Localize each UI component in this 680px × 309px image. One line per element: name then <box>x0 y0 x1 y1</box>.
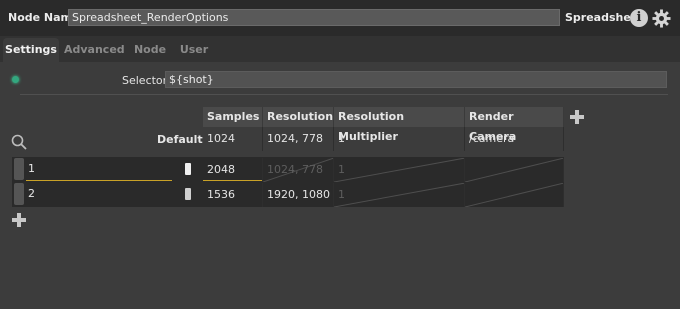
gear-icon[interactable] <box>652 9 671 28</box>
column-header-resolution-multiplier[interactable]: Resolution Multiplier <box>334 107 465 143</box>
row-multiplier-cell[interactable]: 1 <box>334 158 465 182</box>
row-drag-handle[interactable] <box>14 183 24 205</box>
status-indicator <box>12 76 19 83</box>
row-multiplier-value: 1 <box>338 188 345 201</box>
divider <box>20 94 668 95</box>
row-multiplier-value: 1 <box>338 163 345 176</box>
row-camera-cell[interactable] <box>465 183 564 207</box>
column-header-samples[interactable]: Samples <box>203 107 263 127</box>
add-row-icon[interactable] <box>12 213 26 227</box>
row-camera-cell[interactable] <box>465 158 564 182</box>
tab-bar: Settings Advanced Node User <box>0 38 680 62</box>
row-resolution-cell[interactable]: 1920, 1080 <box>263 183 334 207</box>
row-drag-handle[interactable] <box>14 158 24 180</box>
search-icon[interactable] <box>11 134 27 150</box>
node-header: Node Name Spreadsheet i <box>0 0 680 36</box>
tab-settings[interactable]: Settings <box>3 38 59 62</box>
tab-node[interactable]: Node <box>130 38 170 62</box>
cell-selection-underline <box>203 180 262 181</box>
row-samples-cell[interactable]: 1536 <box>203 183 263 207</box>
default-samples-cell[interactable]: 1024 <box>203 127 263 151</box>
row-selection-underline <box>26 180 172 181</box>
node-name-input[interactable] <box>68 9 560 26</box>
default-multiplier-cell[interactable]: 1 <box>334 127 465 151</box>
row-name[interactable]: 2 <box>28 183 35 205</box>
column-header-render-camera[interactable]: Render Camera <box>465 107 564 143</box>
tab-user[interactable]: User <box>175 38 213 62</box>
row-resolution-cell[interactable]: 1024, 778 <box>263 158 334 182</box>
default-resolution-cell[interactable]: 1024, 778 <box>263 127 334 151</box>
row-samples-cell[interactable]: 2048 <box>203 158 263 182</box>
column-header-resolution[interactable]: Resolution <box>263 107 334 127</box>
selector-label: Selector <box>122 74 168 87</box>
row-enable-toggle[interactable] <box>185 163 191 175</box>
add-column-icon[interactable] <box>570 110 584 124</box>
default-row-label: Default <box>157 133 203 146</box>
tab-advanced[interactable]: Advanced <box>64 38 125 62</box>
selector-input[interactable] <box>165 71 667 88</box>
info-icon[interactable]: i <box>630 9 648 27</box>
row-resolution-value: 1024, 778 <box>267 163 323 176</box>
row-enable-toggle[interactable] <box>185 188 191 200</box>
default-camera-cell[interactable]: /camera <box>465 127 564 151</box>
row-multiplier-cell[interactable]: 1 <box>334 183 465 207</box>
row-name[interactable]: 1 <box>28 158 35 180</box>
